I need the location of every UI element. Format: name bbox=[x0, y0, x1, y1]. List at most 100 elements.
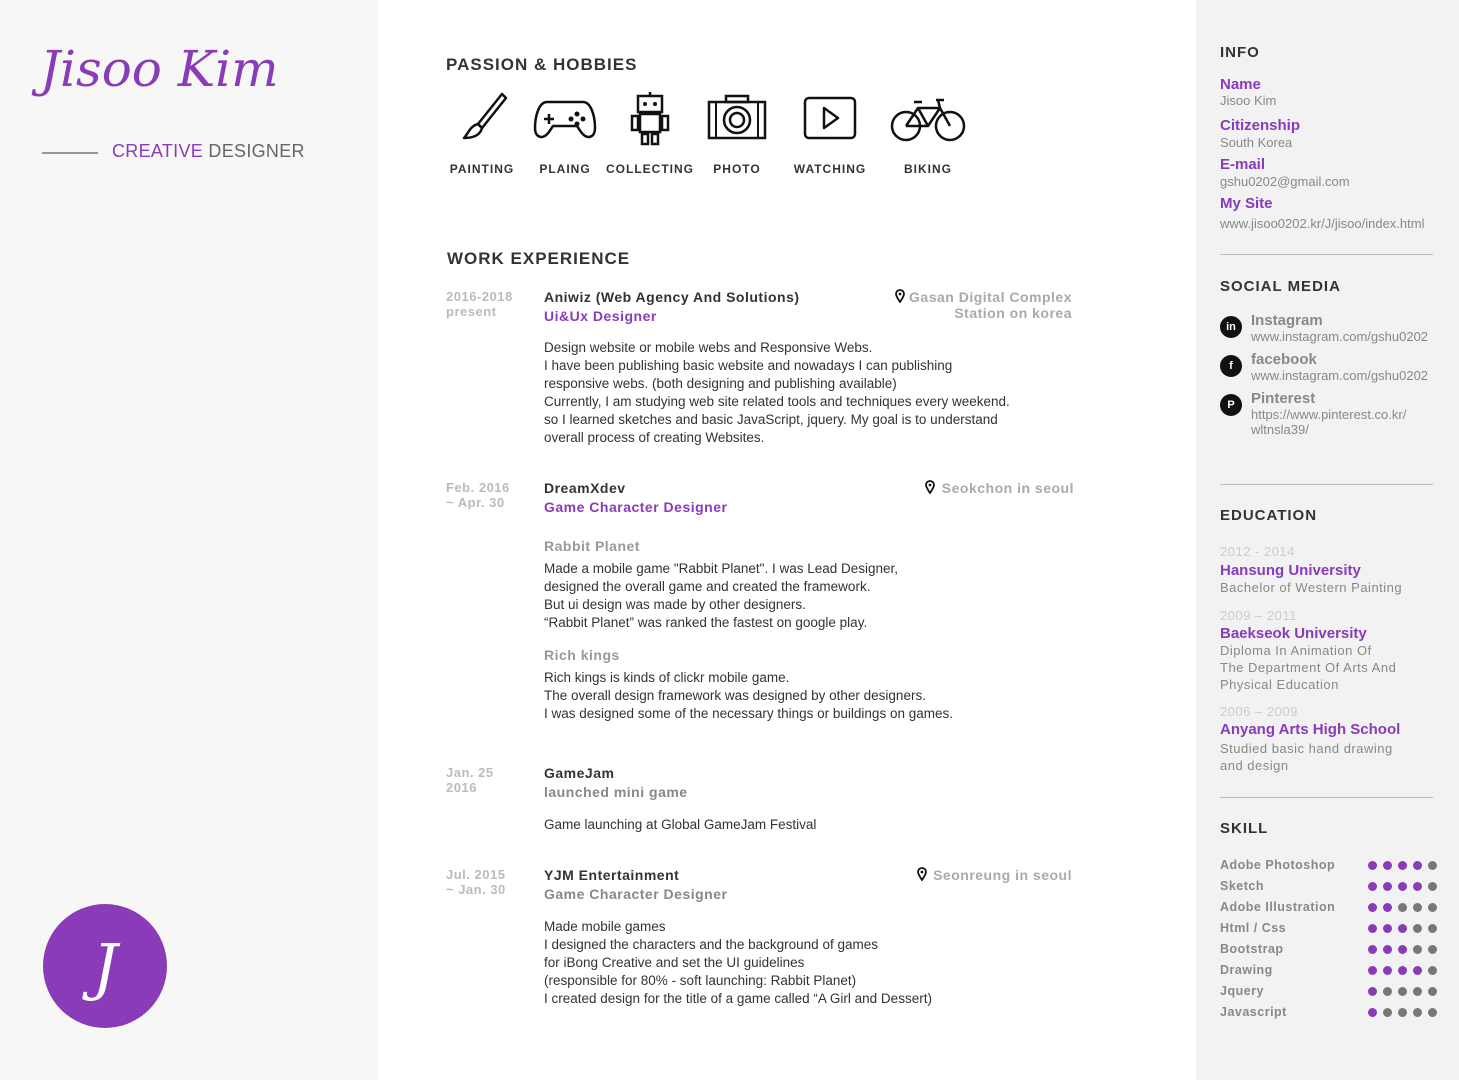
citizenship-value: South Korea bbox=[1220, 135, 1293, 150]
social-title: SOCIAL MEDIA bbox=[1220, 278, 1341, 295]
skill-row: Javascript bbox=[1220, 1005, 1440, 1019]
skill-dot bbox=[1413, 966, 1422, 975]
hobby-label: BIKING bbox=[904, 162, 952, 176]
skill-dot bbox=[1383, 987, 1392, 996]
linkedin-icon: in bbox=[1220, 316, 1242, 338]
education-school: Hansung University bbox=[1220, 562, 1361, 579]
name-label: Name bbox=[1220, 76, 1261, 93]
skill-dot bbox=[1368, 966, 1377, 975]
skill-dot bbox=[1368, 987, 1377, 996]
social-url: www.instagram.com/gshu0202 bbox=[1251, 368, 1429, 383]
robot-icon bbox=[630, 92, 670, 146]
skill-rating bbox=[1368, 966, 1443, 975]
monogram-letter: J bbox=[92, 929, 118, 1003]
hobby-label: PAINTING bbox=[449, 162, 515, 176]
location-pin-icon bbox=[925, 480, 937, 496]
job-description: Design website or mobile webs and Respon… bbox=[544, 340, 1010, 445]
hobby-playing: PLAING bbox=[533, 90, 597, 176]
role-accent: CREATIVE bbox=[112, 141, 204, 161]
location-text: Seonreung in seoul bbox=[933, 867, 1072, 883]
skill-dot bbox=[1368, 924, 1377, 933]
job-location: Seokchon in seoul bbox=[925, 480, 1074, 496]
skill-dot bbox=[1428, 882, 1437, 891]
site-link[interactable]: www.jisoo0202.kr/J/jisoo/index.html bbox=[1220, 216, 1424, 231]
skill-name: Html / Css bbox=[1220, 921, 1287, 935]
section-divider bbox=[1220, 797, 1433, 798]
citizenship-label: Citizenship bbox=[1220, 117, 1301, 134]
location-pin-icon bbox=[916, 867, 929, 883]
left-column: Jisoo Kim CREATIVE DESIGNER J bbox=[0, 0, 378, 1080]
email-label: E-mail bbox=[1220, 156, 1266, 173]
skill-dot bbox=[1368, 903, 1377, 912]
skill-dot bbox=[1398, 1008, 1407, 1017]
hobby-collecting: COLLECTING bbox=[606, 90, 693, 176]
skill-dot bbox=[1368, 945, 1377, 954]
bicycle-icon bbox=[890, 98, 966, 142]
hobby-label: PHOTO bbox=[713, 162, 761, 176]
skill-dot bbox=[1383, 903, 1392, 912]
pinterest-icon: P bbox=[1220, 394, 1242, 416]
skill-dot bbox=[1398, 966, 1407, 975]
location-text: Seokchon in seoul bbox=[941, 480, 1074, 496]
skill-dot bbox=[1368, 882, 1377, 891]
job-title: Game Character Designer bbox=[544, 499, 728, 515]
skill-dot bbox=[1398, 924, 1407, 933]
skill-row: Adobe Illustration bbox=[1220, 900, 1440, 914]
project-description: Made a mobile game "Rabbit Planet". I wa… bbox=[544, 561, 899, 630]
email-value[interactable]: gshu0202@gmail.com bbox=[1220, 174, 1350, 189]
skill-name: Jquery bbox=[1220, 984, 1264, 998]
skill-row: Bootstrap bbox=[1220, 942, 1440, 956]
skill-dot bbox=[1383, 966, 1392, 975]
skill-dot bbox=[1383, 924, 1392, 933]
skill-dot bbox=[1413, 903, 1422, 912]
skill-dot bbox=[1413, 987, 1422, 996]
camera-icon bbox=[707, 94, 767, 140]
skill-name: Adobe Illustration bbox=[1220, 900, 1336, 914]
job-company: Aniwiz (Web Agency And Solutions) bbox=[544, 289, 800, 305]
job-location: Seonreung in seoul bbox=[916, 867, 1072, 883]
role-rest: DESIGNER bbox=[208, 141, 305, 161]
hobby-photo: PHOTO bbox=[706, 90, 768, 176]
social-url: www.instagram.com/gshu0202 bbox=[1251, 329, 1429, 344]
resume-name: Jisoo Kim bbox=[40, 40, 279, 98]
social-name: Pinterest bbox=[1251, 390, 1316, 407]
skill-row: Adobe Photoshop bbox=[1220, 858, 1440, 872]
facebook-icon: f bbox=[1220, 355, 1242, 377]
job-title: Game Character Designer bbox=[544, 886, 728, 902]
job-company: YJM Entertainment bbox=[544, 867, 680, 883]
education-years: 2009 – 2011 bbox=[1220, 608, 1297, 623]
project-title: Rich kings bbox=[544, 647, 620, 663]
skill-dot bbox=[1398, 945, 1407, 954]
job-company: DreamXdev bbox=[544, 480, 626, 496]
skill-dot bbox=[1428, 966, 1437, 975]
hobby-painting: PAINTING bbox=[446, 90, 518, 176]
skill-dot bbox=[1413, 882, 1422, 891]
skill-dot bbox=[1428, 903, 1437, 912]
social-name: Instagram bbox=[1251, 312, 1323, 329]
skill-rating bbox=[1368, 1008, 1443, 1017]
gamepad-icon bbox=[533, 100, 597, 139]
job-date: 2016-2018 present bbox=[446, 289, 513, 319]
skill-dot bbox=[1383, 1008, 1392, 1017]
education-years: 2006 – 2009 bbox=[1220, 704, 1298, 719]
hobby-label: COLLECTING bbox=[606, 162, 694, 176]
work-title: WORK EXPERIENCE bbox=[447, 249, 631, 268]
name-value: Jisoo Kim bbox=[1220, 93, 1277, 108]
skill-dot bbox=[1428, 945, 1437, 954]
job-company: GameJam bbox=[544, 765, 615, 781]
monogram-logo: J bbox=[43, 904, 167, 1028]
project-title: Rabbit Planet bbox=[544, 538, 640, 554]
project-description: Rich kings is kinds of clickr mobile gam… bbox=[544, 670, 953, 721]
paintbrush-icon bbox=[462, 92, 508, 140]
skill-name: Sketch bbox=[1220, 879, 1264, 893]
job-date: Jul. 2015 ~ Jan. 30 bbox=[446, 867, 506, 897]
skill-rating bbox=[1368, 987, 1443, 996]
skill-dot bbox=[1428, 861, 1437, 870]
job-title: Ui&Ux Designer bbox=[544, 308, 657, 324]
play-icon bbox=[803, 96, 857, 140]
skill-dot bbox=[1413, 924, 1422, 933]
job-date: Jan. 25 2016 bbox=[446, 765, 494, 795]
skill-rating bbox=[1368, 903, 1443, 912]
skill-name: Bootstrap bbox=[1220, 942, 1284, 956]
skill-dot bbox=[1413, 861, 1422, 870]
